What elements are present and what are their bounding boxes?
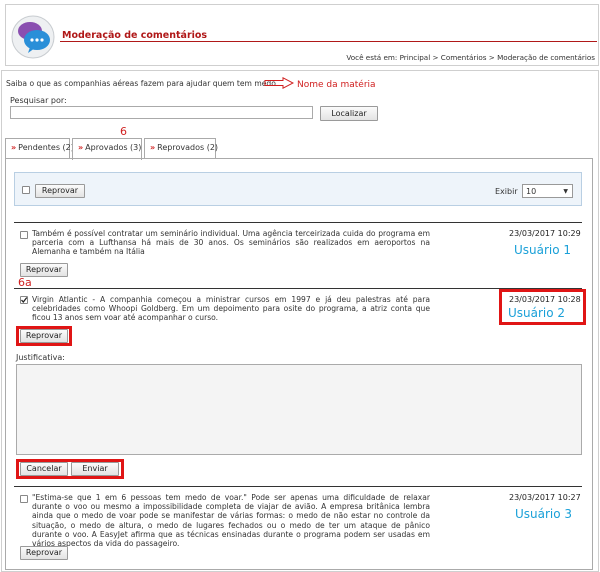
page-title: Moderação de comentários	[62, 30, 208, 41]
highlight-box	[499, 289, 586, 325]
divider	[14, 288, 582, 289]
tab-annotation: 6	[120, 125, 127, 138]
article-title: Saiba o que as companhias aéreas fazem p…	[6, 79, 276, 88]
comment-date: 23/03/2017 10:27	[509, 493, 581, 502]
tab-reprovados[interactable]: » Reprovados (2)	[144, 138, 218, 158]
dropdown-arrow-icon: ▼	[563, 188, 568, 195]
comment-date: 23/03/2017 10:29	[509, 229, 581, 238]
justification-textarea[interactable]	[16, 364, 582, 455]
divider	[14, 222, 582, 223]
search-label: Pesquisar por:	[10, 96, 67, 105]
chat-logo-icon	[10, 14, 56, 60]
comment-checkbox-checked[interactable]	[20, 296, 28, 304]
tab-pendentes[interactable]: » Pendentes (2)	[5, 138, 74, 158]
header-divider	[60, 41, 597, 42]
divider	[14, 486, 582, 487]
show-label: Exibir	[495, 187, 518, 196]
comment-checkbox[interactable]	[20, 231, 28, 239]
reprovar-button[interactable]: Reprovar	[20, 546, 68, 560]
comment-text: Também é possível contratar um seminário…	[32, 229, 430, 257]
select-all-checkbox[interactable]	[22, 186, 30, 194]
comment-text: Virgin Atlantic - A companhia começou a …	[32, 295, 430, 323]
bulk-reprovar-button[interactable]: Reprovar	[35, 184, 85, 198]
chevron-down-icon: »	[78, 143, 84, 152]
action-annotation: 6a	[18, 276, 32, 289]
tab-aprovados[interactable]: » Aprovados (3)	[72, 138, 142, 160]
user-annotation: Usuário 3	[515, 507, 573, 521]
search-button[interactable]: Localizar	[320, 106, 378, 121]
comment-text: "Estima-se que 1 em 6 pessoas tem medo d…	[32, 493, 430, 549]
reprovar-button[interactable]: Reprovar	[20, 263, 68, 277]
highlight-box	[16, 459, 124, 479]
justification-label: Justificativa:	[16, 353, 65, 362]
arrow-right-icon	[264, 76, 295, 91]
search-input[interactable]	[10, 106, 313, 119]
comment-checkbox[interactable]	[20, 495, 28, 503]
user-annotation: Usuário 1	[514, 243, 572, 257]
chevron-down-icon: »	[150, 143, 156, 152]
article-annotation: Nome da matéria	[297, 80, 376, 90]
chevron-down-icon: »	[11, 143, 17, 152]
breadcrumb: Você está em: Principal > Comentários > …	[346, 53, 595, 62]
highlight-box	[16, 326, 72, 346]
show-select[interactable]: 10 ▼	[522, 184, 573, 198]
